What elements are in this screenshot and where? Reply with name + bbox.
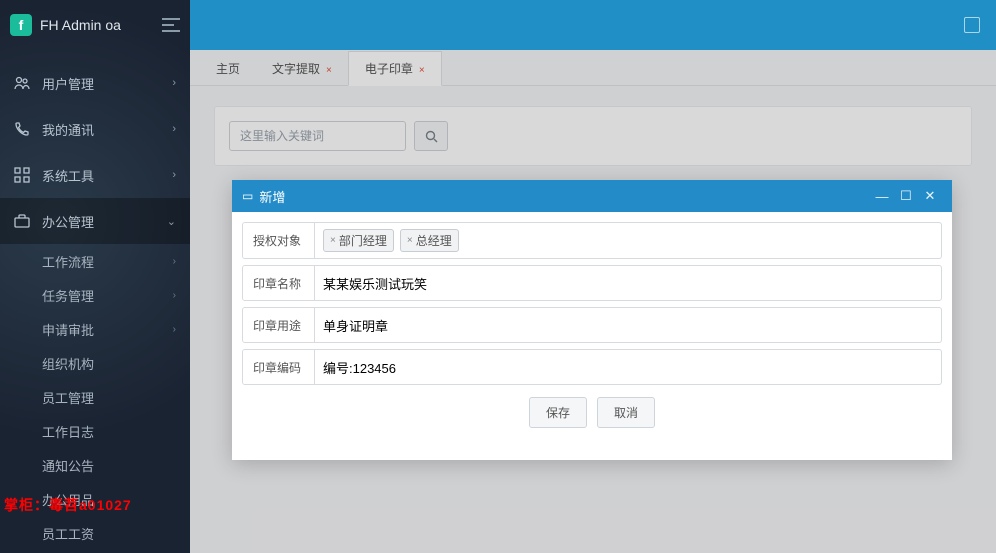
subnav-item-org[interactable]: 组织机构 [28,346,190,380]
tag-remove-icon[interactable]: × [407,235,413,246]
sidebar: f FH Admin oa 用户管理 › 我的通讯 › 系统工具 › 办公管理 … [0,0,190,553]
seal-code-input[interactable] [323,360,933,375]
nav-item-office[interactable]: 办公管理 ⌄ [0,198,190,244]
brand-name: FH Admin oa [40,17,154,33]
sidebar-header: f FH Admin oa [0,0,190,50]
fullscreen-icon[interactable] [964,17,980,33]
chevron-right-icon: › [173,256,176,267]
subnav-item-notice[interactable]: 通知公告 [28,448,190,482]
form-label: 印章用途 [243,308,315,342]
form-row-purpose: 印章用途 [242,307,942,343]
chevron-down-icon: ⌄ [167,215,176,228]
nav-label: 办公管理 [42,212,155,231]
briefcase-icon [14,213,30,229]
tag-dept-manager[interactable]: ×部门经理 [323,229,394,252]
nav-item-users[interactable]: 用户管理 › [0,60,190,106]
form-row-name: 印章名称 [242,265,942,301]
chevron-right-icon: › [172,123,176,135]
nav-label: 用户管理 [42,74,160,93]
subnav-item-tasks[interactable]: 任务管理› [28,278,190,312]
subnav-item-log[interactable]: 工作日志 [28,414,190,448]
watermark-text: 掌柜：毒苕a01027 [4,495,132,515]
users-icon [14,75,30,91]
subnav-item-staff[interactable]: 员工管理 [28,380,190,414]
nav: 用户管理 › 我的通讯 › 系统工具 › 办公管理 ⌄ 工作流程› 任务管理› … [0,60,190,550]
grid-icon [14,167,30,183]
form-row-auth: 授权对象 ×部门经理 ×总经理 [242,222,942,259]
modal-footer: 保存 取消 [242,391,942,442]
close-button[interactable]: ✕ [918,184,942,208]
subnav-item-workflow[interactable]: 工作流程› [28,244,190,278]
chevron-right-icon: › [172,169,176,181]
cancel-button[interactable]: 取消 [597,397,655,428]
form-label: 印章名称 [243,266,315,300]
logo-icon: f [10,14,32,36]
maximize-button[interactable]: ☐ [894,184,918,208]
chevron-right-icon: › [172,77,176,89]
form-label: 印章编码 [243,350,315,384]
save-button[interactable]: 保存 [529,397,587,428]
nav-item-tools[interactable]: 系统工具 › [0,152,190,198]
modal-new: ▭ 新增 — ☐ ✕ 授权对象 ×部门经理 ×总经理 印章名称 印章用途 印章编… [232,180,952,460]
modal-body: 授权对象 ×部门经理 ×总经理 印章名称 印章用途 印章编码 保存 取消 [232,212,952,460]
seal-purpose-input[interactable] [323,318,933,333]
chevron-right-icon: › [173,324,176,335]
modal-header[interactable]: ▭ 新增 — ☐ ✕ [232,180,952,212]
tag-general-manager[interactable]: ×总经理 [400,229,459,252]
topbar [190,0,996,50]
form-label: 授权对象 [243,223,315,258]
menu-toggle-icon[interactable] [162,18,180,32]
nav-label: 系统工具 [42,166,160,185]
seal-name-input[interactable] [323,276,933,291]
phone-icon [14,121,30,137]
modal-title: 新增 [259,187,870,206]
form-row-code: 印章编码 [242,349,942,385]
subnav-item-approval[interactable]: 申请审批› [28,312,190,346]
chevron-right-icon: › [173,290,176,301]
nav-item-contacts[interactable]: 我的通讯 › [0,106,190,152]
window-icon: ▭ [242,189,253,203]
subnav-item-salary[interactable]: 员工工资 [28,516,190,550]
auth-tags-field[interactable]: ×部门经理 ×总经理 [315,223,941,258]
nav-label: 我的通讯 [42,120,160,139]
minimize-button[interactable]: — [870,184,894,208]
tag-remove-icon[interactable]: × [330,235,336,246]
